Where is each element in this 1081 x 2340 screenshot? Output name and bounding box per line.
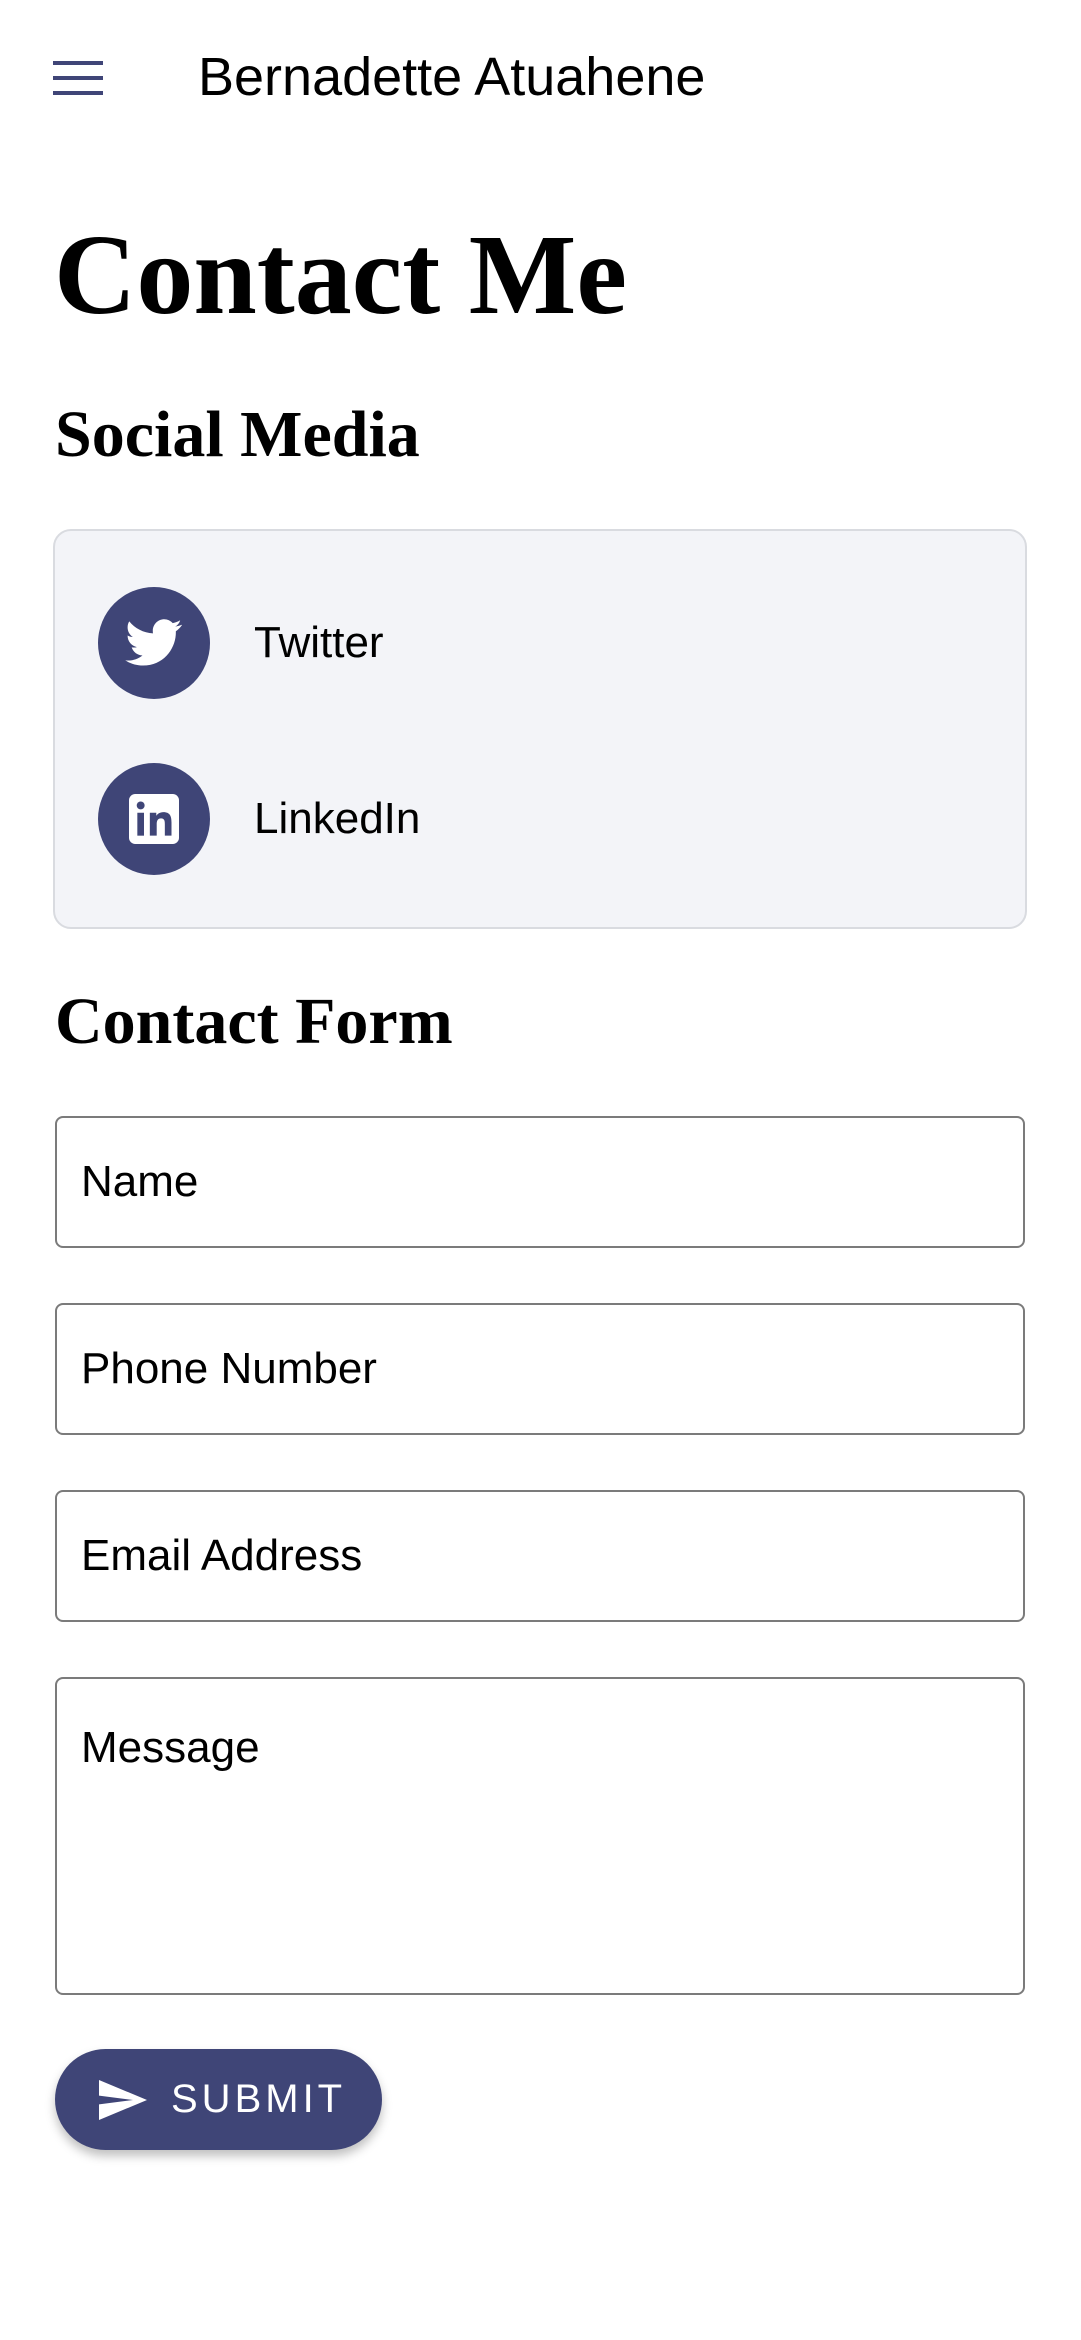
name-field[interactable]: [57, 1118, 1023, 1246]
page-title: Contact Me: [54, 211, 627, 338]
hamburger-menu-icon: [53, 61, 103, 95]
contact-form-heading: Contact Form: [55, 985, 453, 1058]
phone-number-field[interactable]: [57, 1305, 1023, 1433]
linkedin-icon: [129, 794, 179, 844]
message-field-container: [55, 1677, 1025, 1995]
app-title: Bernadette Atuahene: [198, 47, 706, 107]
twitter-label: Twitter: [254, 618, 384, 667]
social-media-card: Twitter LinkedIn: [53, 529, 1027, 929]
phone-field-container: [55, 1303, 1025, 1435]
submit-label: SUBMIT: [171, 2077, 347, 2121]
linkedin-avatar: [98, 763, 210, 875]
name-field-container: [55, 1116, 1025, 1248]
send-icon: [99, 2079, 147, 2120]
email-address-field[interactable]: [57, 1492, 1023, 1620]
twitter-avatar: [98, 587, 210, 699]
social-item-twitter[interactable]: Twitter: [98, 587, 978, 699]
twitter-icon: [125, 619, 182, 666]
message-field[interactable]: [57, 1679, 1023, 1993]
top-app-bar: Bernadette Atuahene: [0, 0, 1081, 150]
linkedin-label: LinkedIn: [254, 794, 421, 843]
social-media-heading: Social Media: [55, 398, 420, 471]
menu-button[interactable]: [30, 36, 126, 120]
email-field-container: [55, 1490, 1025, 1622]
submit-button[interactable]: SUBMIT: [55, 2049, 382, 2150]
social-item-linkedin[interactable]: LinkedIn: [98, 763, 978, 875]
